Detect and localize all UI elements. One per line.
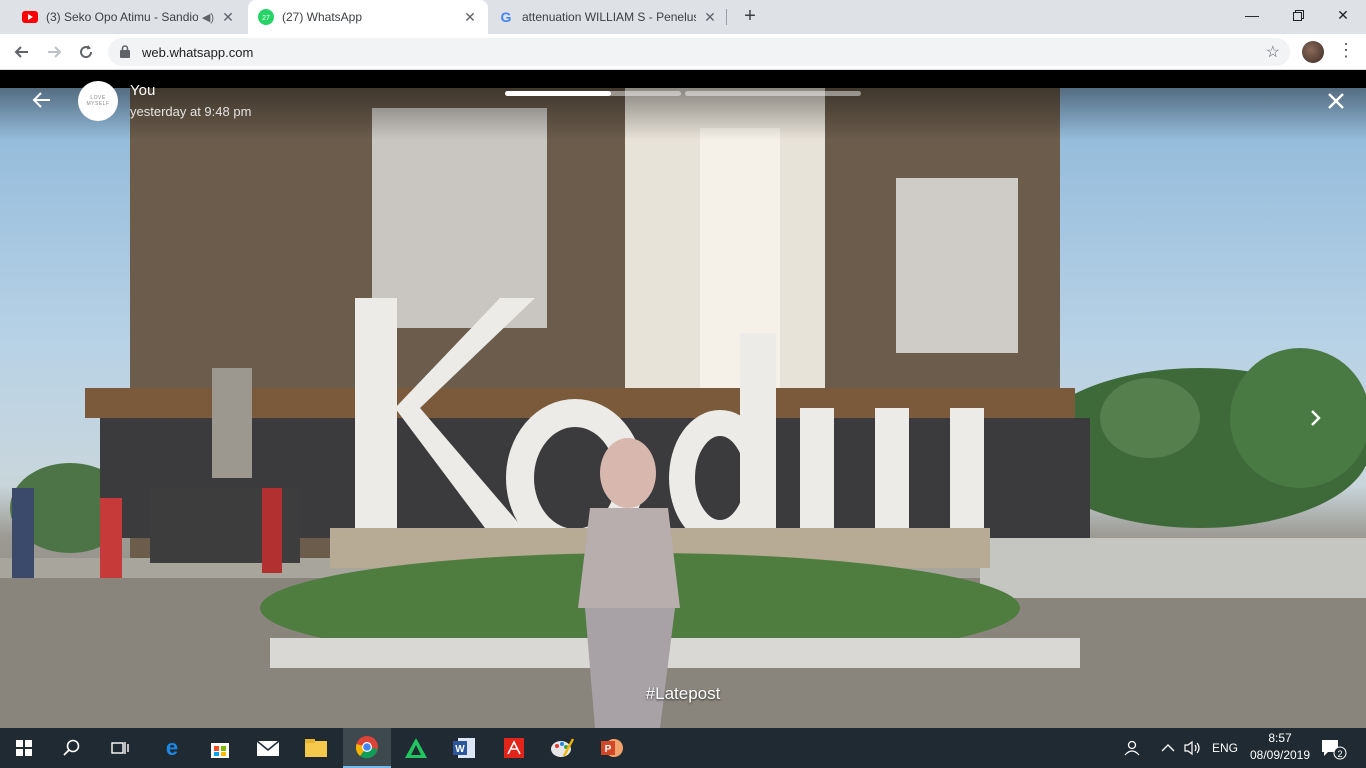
tab-title: (27) WhatsApp xyxy=(282,10,363,24)
tab-whatsapp[interactable]: 27 (27) WhatsApp ✕ xyxy=(248,0,488,34)
word-icon[interactable]: W xyxy=(440,728,488,768)
kedirl-monument-photo xyxy=(0,88,1366,728)
close-tab-icon[interactable]: ✕ xyxy=(220,9,236,25)
svg-text:P: P xyxy=(605,744,612,755)
reload-icon[interactable] xyxy=(74,40,98,64)
file-explorer-icon[interactable] xyxy=(292,728,340,768)
tab-title: attenuation WILLIAM S - Penelus xyxy=(522,10,696,24)
paint-icon[interactable] xyxy=(538,728,586,768)
close-window-button[interactable]: ✕ xyxy=(1320,0,1366,30)
store-icon[interactable] xyxy=(196,728,244,768)
speaker-icon[interactable]: ◀︎) xyxy=(202,11,214,24)
status-author-name: You xyxy=(130,82,156,99)
bookmark-star-icon[interactable]: ☆ xyxy=(1266,42,1280,62)
mail-icon[interactable] xyxy=(244,728,292,768)
clock-date: 08/09/2019 xyxy=(1249,748,1311,762)
arrow-left-icon xyxy=(32,92,50,108)
close-tab-icon[interactable]: ✕ xyxy=(462,9,478,25)
status-avatar[interactable]: LOVE MYSELF xyxy=(78,81,118,121)
url-text: web.whatsapp.com xyxy=(142,45,254,60)
windows-taskbar: e W P ENG 8:57 08/09/2019 2 xyxy=(0,728,1366,768)
green-app-icon[interactable] xyxy=(392,728,440,768)
chevron-up-icon[interactable] xyxy=(1161,728,1179,768)
people-icon[interactable] xyxy=(1124,728,1146,768)
svg-text:e: e xyxy=(166,737,178,759)
tab-google[interactable]: G attenuation WILLIAM S - Penelus ✕ xyxy=(488,0,728,34)
close-icon xyxy=(1328,93,1344,109)
restore-icon xyxy=(1292,9,1304,21)
address-bar[interactable]: web.whatsapp.com ☆ xyxy=(108,38,1290,66)
start-icon[interactable] xyxy=(0,728,48,768)
status-progress-bar xyxy=(505,91,681,96)
language-indicator[interactable]: ENG xyxy=(1212,728,1238,768)
avatar-text: LOVE MYSELF xyxy=(86,95,110,107)
status-timestamp: yesterday at 9:48 pm xyxy=(130,104,252,119)
status-progress-bar xyxy=(685,91,861,96)
close-tab-icon[interactable]: ✕ xyxy=(702,9,718,25)
search-icon[interactable] xyxy=(48,728,96,768)
status-next-button[interactable] xyxy=(1303,406,1327,430)
tab-title: (3) Seko Opo Atimu - Sandio xyxy=(46,10,198,24)
status-viewer: LOVE MYSELF You yesterday at 9:48 pm #La… xyxy=(0,70,1366,728)
notification-count: 2 xyxy=(1337,749,1342,759)
chevron-right-icon xyxy=(1311,410,1321,426)
minimize-button[interactable]: — xyxy=(1229,0,1275,30)
tab-youtube[interactable]: (3) Seko Opo Atimu - Sandio ◀︎) ✕ xyxy=(12,0,246,34)
status-back-button[interactable] xyxy=(30,88,54,112)
menu-icon[interactable]: ⋮ xyxy=(1336,40,1356,64)
svg-text:W: W xyxy=(455,744,465,755)
svg-text:G: G xyxy=(501,9,512,25)
system-clock[interactable]: 8:57 08/09/2019 xyxy=(1248,730,1312,764)
status-close-button[interactable] xyxy=(1324,89,1348,113)
status-photo xyxy=(0,88,1366,728)
clock-time: 8:57 xyxy=(1268,731,1292,745)
back-icon[interactable] xyxy=(10,40,34,64)
tab-separator xyxy=(726,9,727,25)
status-progress-fill xyxy=(505,91,611,96)
restore-button[interactable] xyxy=(1275,0,1321,30)
acrobat-icon[interactable] xyxy=(490,728,538,768)
google-icon: G xyxy=(498,9,514,25)
lock-icon xyxy=(120,45,130,63)
new-tab-button[interactable]: + xyxy=(738,5,762,29)
edge-icon[interactable]: e xyxy=(148,728,196,768)
youtube-icon xyxy=(22,9,38,25)
powerpoint-icon[interactable]: P xyxy=(588,728,636,768)
whatsapp-badge: 27 xyxy=(262,15,270,22)
status-caption: #Latepost xyxy=(645,684,721,703)
browser-toolbar: web.whatsapp.com ☆ ⋮ xyxy=(0,34,1366,70)
tab-strip: (3) Seko Opo Atimu - Sandio ◀︎) ✕ 27 (27… xyxy=(0,0,1366,34)
chrome-icon[interactable] xyxy=(343,728,391,768)
whatsapp-icon: 27 xyxy=(258,9,274,25)
task-view-icon[interactable] xyxy=(96,728,144,768)
volume-icon[interactable] xyxy=(1184,728,1206,768)
profile-avatar[interactable] xyxy=(1302,41,1324,63)
action-center-icon[interactable]: 2 xyxy=(1318,736,1348,760)
forward-icon[interactable] xyxy=(42,40,66,64)
